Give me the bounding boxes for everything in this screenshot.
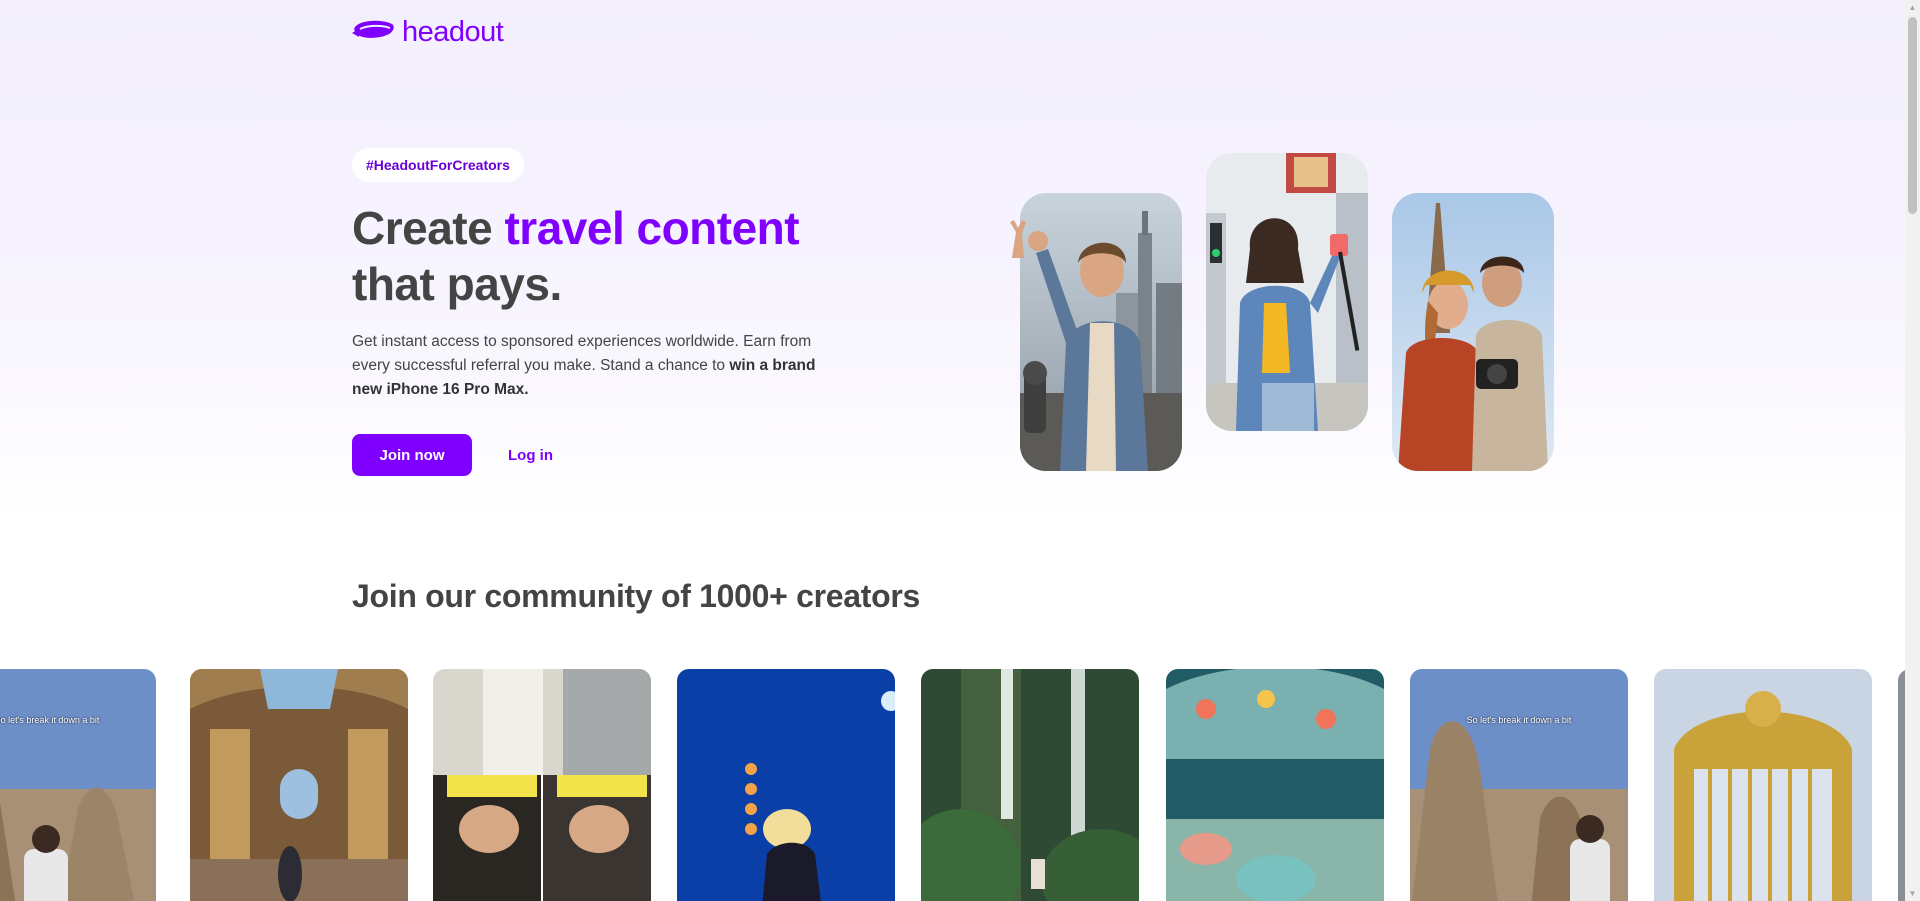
reel-card[interactable] bbox=[1166, 669, 1384, 901]
community-title: Join our community of 1000+ creators bbox=[352, 578, 921, 614]
hero-title-plain: Create bbox=[352, 202, 505, 254]
hero-title-accent: travel content bbox=[504, 202, 800, 254]
creator-photo-city bbox=[1020, 193, 1182, 471]
reel-caption: So let's break it down a bit bbox=[1466, 715, 1572, 725]
hero-description: Get instant access to sponsored experien… bbox=[352, 330, 832, 402]
reel-card[interactable] bbox=[921, 669, 1139, 901]
page: headout #HeadoutForCreators Create trave… bbox=[0, 0, 1905, 901]
reel-card[interactable] bbox=[190, 669, 408, 901]
log-in-link[interactable]: Log in bbox=[496, 434, 565, 476]
scroll-down-arrow-icon[interactable]: ▼ bbox=[1905, 886, 1920, 901]
reel-card[interactable] bbox=[1654, 669, 1872, 901]
hero-title-line2: that pays. bbox=[352, 258, 562, 310]
creator-photo-paris bbox=[1392, 193, 1554, 471]
reel-card[interactable] bbox=[1898, 669, 1905, 901]
creators-hashtag-badge: #HeadoutForCreators bbox=[352, 148, 524, 182]
page-scrollbar[interactable]: ▲ ▼ bbox=[1905, 0, 1920, 901]
selfie-stick-overlay bbox=[1330, 234, 1360, 351]
reel-card[interactable] bbox=[433, 669, 651, 901]
creator-reels-carousel[interactable]: So let's break it down a bit So let's br… bbox=[0, 669, 1905, 901]
reel-card[interactable] bbox=[677, 669, 895, 901]
reel-card[interactable]: So let's break it down a bit bbox=[0, 669, 156, 901]
headout-logo[interactable]: headout bbox=[352, 16, 504, 49]
brand-name: headout bbox=[402, 16, 504, 48]
waving-hand-overlay bbox=[1010, 220, 1026, 258]
reel-caption: So let's break it down a bit bbox=[0, 715, 100, 725]
scrollbar-thumb[interactable] bbox=[1908, 17, 1917, 214]
headout-blimp-icon bbox=[352, 17, 396, 48]
scroll-up-arrow-icon[interactable]: ▲ bbox=[1905, 0, 1920, 15]
reel-card[interactable]: So let's break it down a bit bbox=[1410, 669, 1628, 901]
join-now-button[interactable]: Join now bbox=[352, 434, 472, 476]
hero-title: Create travel content that pays. bbox=[352, 200, 872, 312]
